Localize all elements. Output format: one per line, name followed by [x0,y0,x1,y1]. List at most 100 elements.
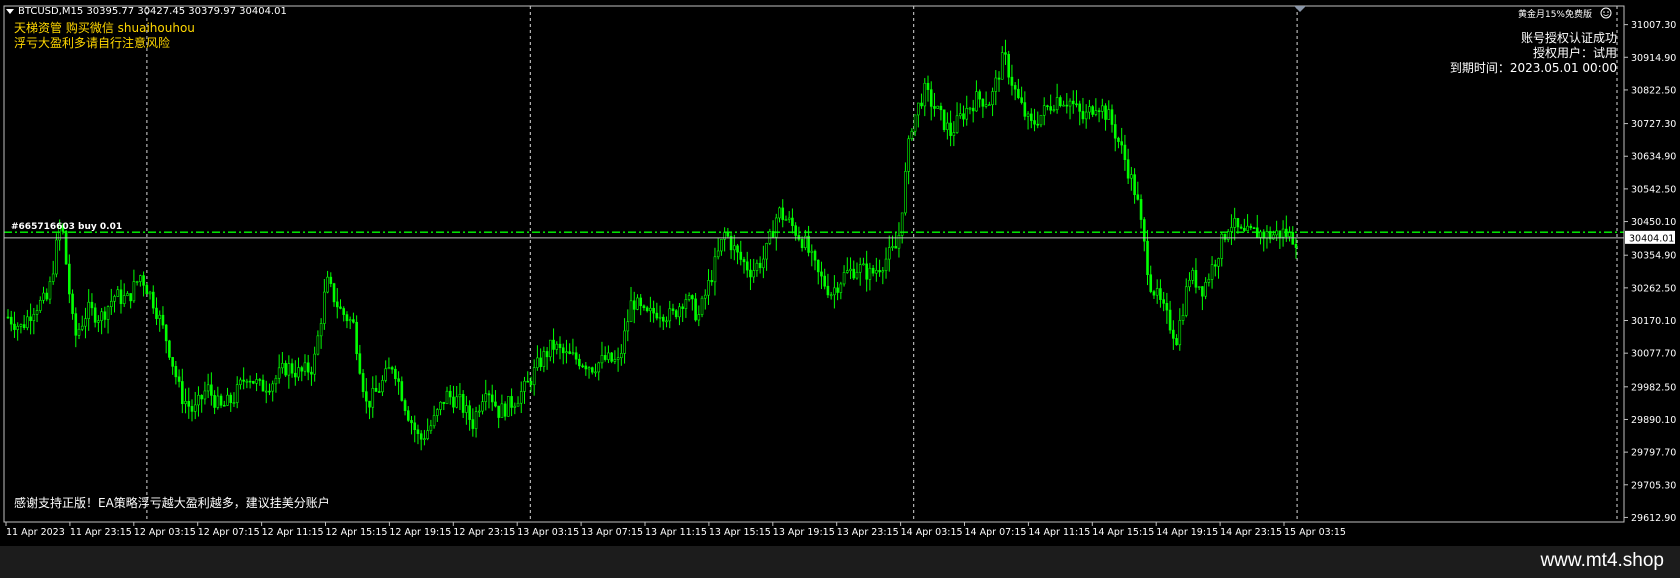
candle-body [368,400,371,408]
candle-body [268,390,271,393]
candle-body [526,380,530,383]
candle-body [1010,76,1014,86]
order-label[interactable]: #665716603 buy 0.01 [11,222,122,232]
candle-body [1097,110,1101,112]
candle-body [988,104,991,107]
candle-body [691,295,694,300]
candle-body [594,371,597,374]
candle-body [252,380,255,384]
candle-body [558,343,562,349]
y-tick-label: 30170.10 [1631,316,1676,327]
candle-body [616,357,620,360]
candle-body [1068,100,1072,107]
candle-body [109,300,113,307]
candle-body [665,320,668,323]
y-tick-label: 29982.50 [1631,382,1676,393]
candle-body [26,316,29,329]
candle-body [991,91,994,106]
candle-body [303,362,307,372]
candle-body [878,270,881,273]
auth-status: 账号授权认证成功 [1520,31,1617,45]
candle-body [946,122,949,130]
candle-body [1159,288,1162,300]
candle-body [1168,309,1172,331]
candle-body [581,365,584,368]
triangle-down-icon[interactable] [6,8,14,16]
candle-body [316,335,320,355]
candle-body [226,394,229,406]
candle-body [1249,225,1253,229]
candle-body [1213,264,1217,267]
candle-body [904,171,907,214]
candle-body [975,91,978,112]
candle-body [752,270,755,278]
candle-body [455,396,459,408]
candle-body [623,330,626,354]
candle-body [381,380,384,393]
candle-body [574,352,578,360]
chart-window[interactable]: 31007.30 30914.90 30822.50 30727.30 30634.90… [0,0,1680,546]
candle-body [1088,106,1091,113]
candle-body [642,305,646,309]
candle-body [510,396,513,408]
candle-body [694,298,697,321]
candle-body [1288,232,1291,237]
candle-body [1120,141,1123,146]
candle-body [213,395,216,408]
x-tick-label: 12 Apr 11:15 [262,527,324,538]
candle-body [397,378,400,382]
candle-body [887,247,891,260]
candle-body [419,433,423,440]
candle-body [484,393,488,402]
candle-body [235,384,239,403]
candle-body [632,300,636,310]
candle-body [1139,199,1143,220]
candle-body [1110,109,1114,125]
candle-body [371,387,375,408]
candle-body [326,276,329,293]
candle-body [461,394,465,413]
candle-body [281,363,284,369]
candle-body [1000,52,1004,80]
candle-body [1130,174,1133,179]
candle-body [1039,114,1043,126]
candle-body [100,311,103,321]
candle-body [965,108,969,120]
candle-body [913,114,917,132]
candle-body [865,263,868,280]
candle-body [1017,88,1020,98]
ea-name-label: 黄金月15%免费版 [1517,10,1592,20]
y-tick-label: 29797.70 [1631,448,1676,459]
bottom-note: 感谢支持正版！EA策略浮亏越大盈利越多，建议挂美分账户 [14,496,330,510]
candle-body [290,363,294,374]
candle-body [64,231,68,265]
auth-expiry: 到期时间：2023.05.01 00:00 [1449,61,1617,75]
candle-body [1223,233,1227,240]
candle-body [820,271,823,277]
candle-body [403,400,407,412]
candle-body [19,324,23,327]
candle-body [219,395,223,406]
candle-body [1113,124,1117,139]
candle-body [84,318,87,327]
candle-body [432,415,436,427]
candle-body [1204,281,1207,297]
candle-body [1107,109,1111,120]
y-tick-label: 29612.90 [1631,513,1676,524]
y-tick-label: 30634.90 [1631,152,1676,163]
candle-body [1201,286,1204,297]
price-chart[interactable]: 31007.30 30914.90 30822.50 30727.30 30634.90… [0,0,1680,546]
y-tick-label: 29890.10 [1631,415,1676,426]
candle-body [842,272,846,285]
authorization-panel: 账号授权认证成功 授权用户：试用 到期时间：2023.05.01 00:00 [1450,31,1617,76]
candle-body [952,132,956,136]
candle-body [6,316,10,319]
candle-body [90,301,94,309]
candle-body [868,267,872,280]
x-tick-label: 14 Apr 03:15 [901,527,963,538]
candle-body [145,285,149,295]
candle-body [1236,218,1240,228]
candle-body [603,355,607,360]
candle-body [710,280,714,283]
candle-body [858,264,862,273]
